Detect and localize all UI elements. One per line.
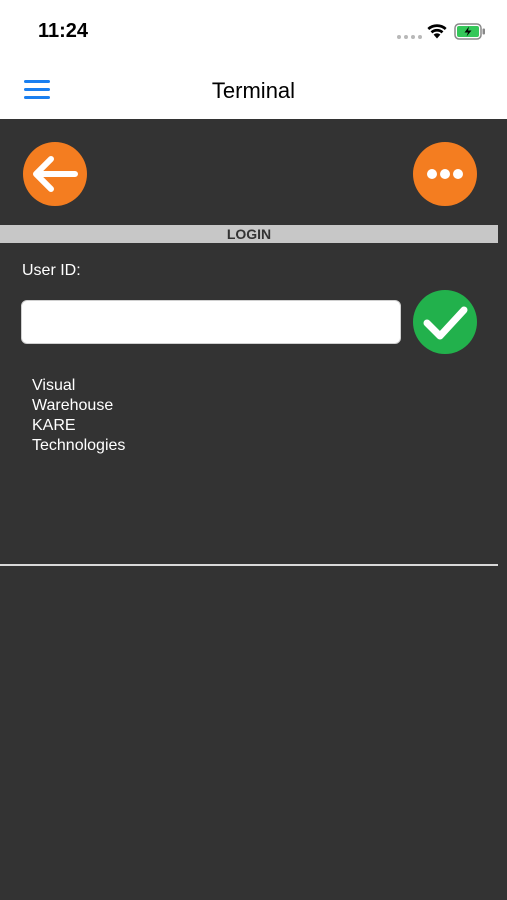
status-bar: 11:24 bbox=[0, 0, 507, 62]
company-info-line: Technologies bbox=[32, 437, 126, 454]
ellipsis-icon bbox=[427, 169, 463, 179]
login-section-header: LOGIN bbox=[0, 225, 498, 243]
battery-charging-icon bbox=[454, 23, 485, 40]
company-info-line: Visual bbox=[32, 377, 76, 394]
cellular-dots-icon bbox=[397, 35, 422, 39]
back-button[interactable] bbox=[23, 142, 87, 206]
company-info: Visual Warehouse KARE Technologies bbox=[32, 376, 125, 456]
nav-bar: Terminal bbox=[0, 62, 507, 119]
user-id-label: User ID: bbox=[22, 262, 81, 279]
status-time: 11:24 bbox=[38, 20, 89, 42]
page-title: Terminal bbox=[211, 78, 296, 103]
content-divider bbox=[0, 564, 498, 566]
company-info-line: KARE bbox=[32, 417, 76, 434]
wifi-icon bbox=[427, 24, 447, 39]
company-info-line: Warehouse bbox=[32, 397, 114, 414]
checkmark-icon bbox=[423, 306, 468, 340]
user-id-input[interactable] bbox=[21, 300, 401, 344]
confirm-login-button[interactable] bbox=[413, 290, 477, 354]
arrow-left-icon bbox=[33, 156, 78, 192]
more-options-button[interactable] bbox=[413, 142, 477, 206]
